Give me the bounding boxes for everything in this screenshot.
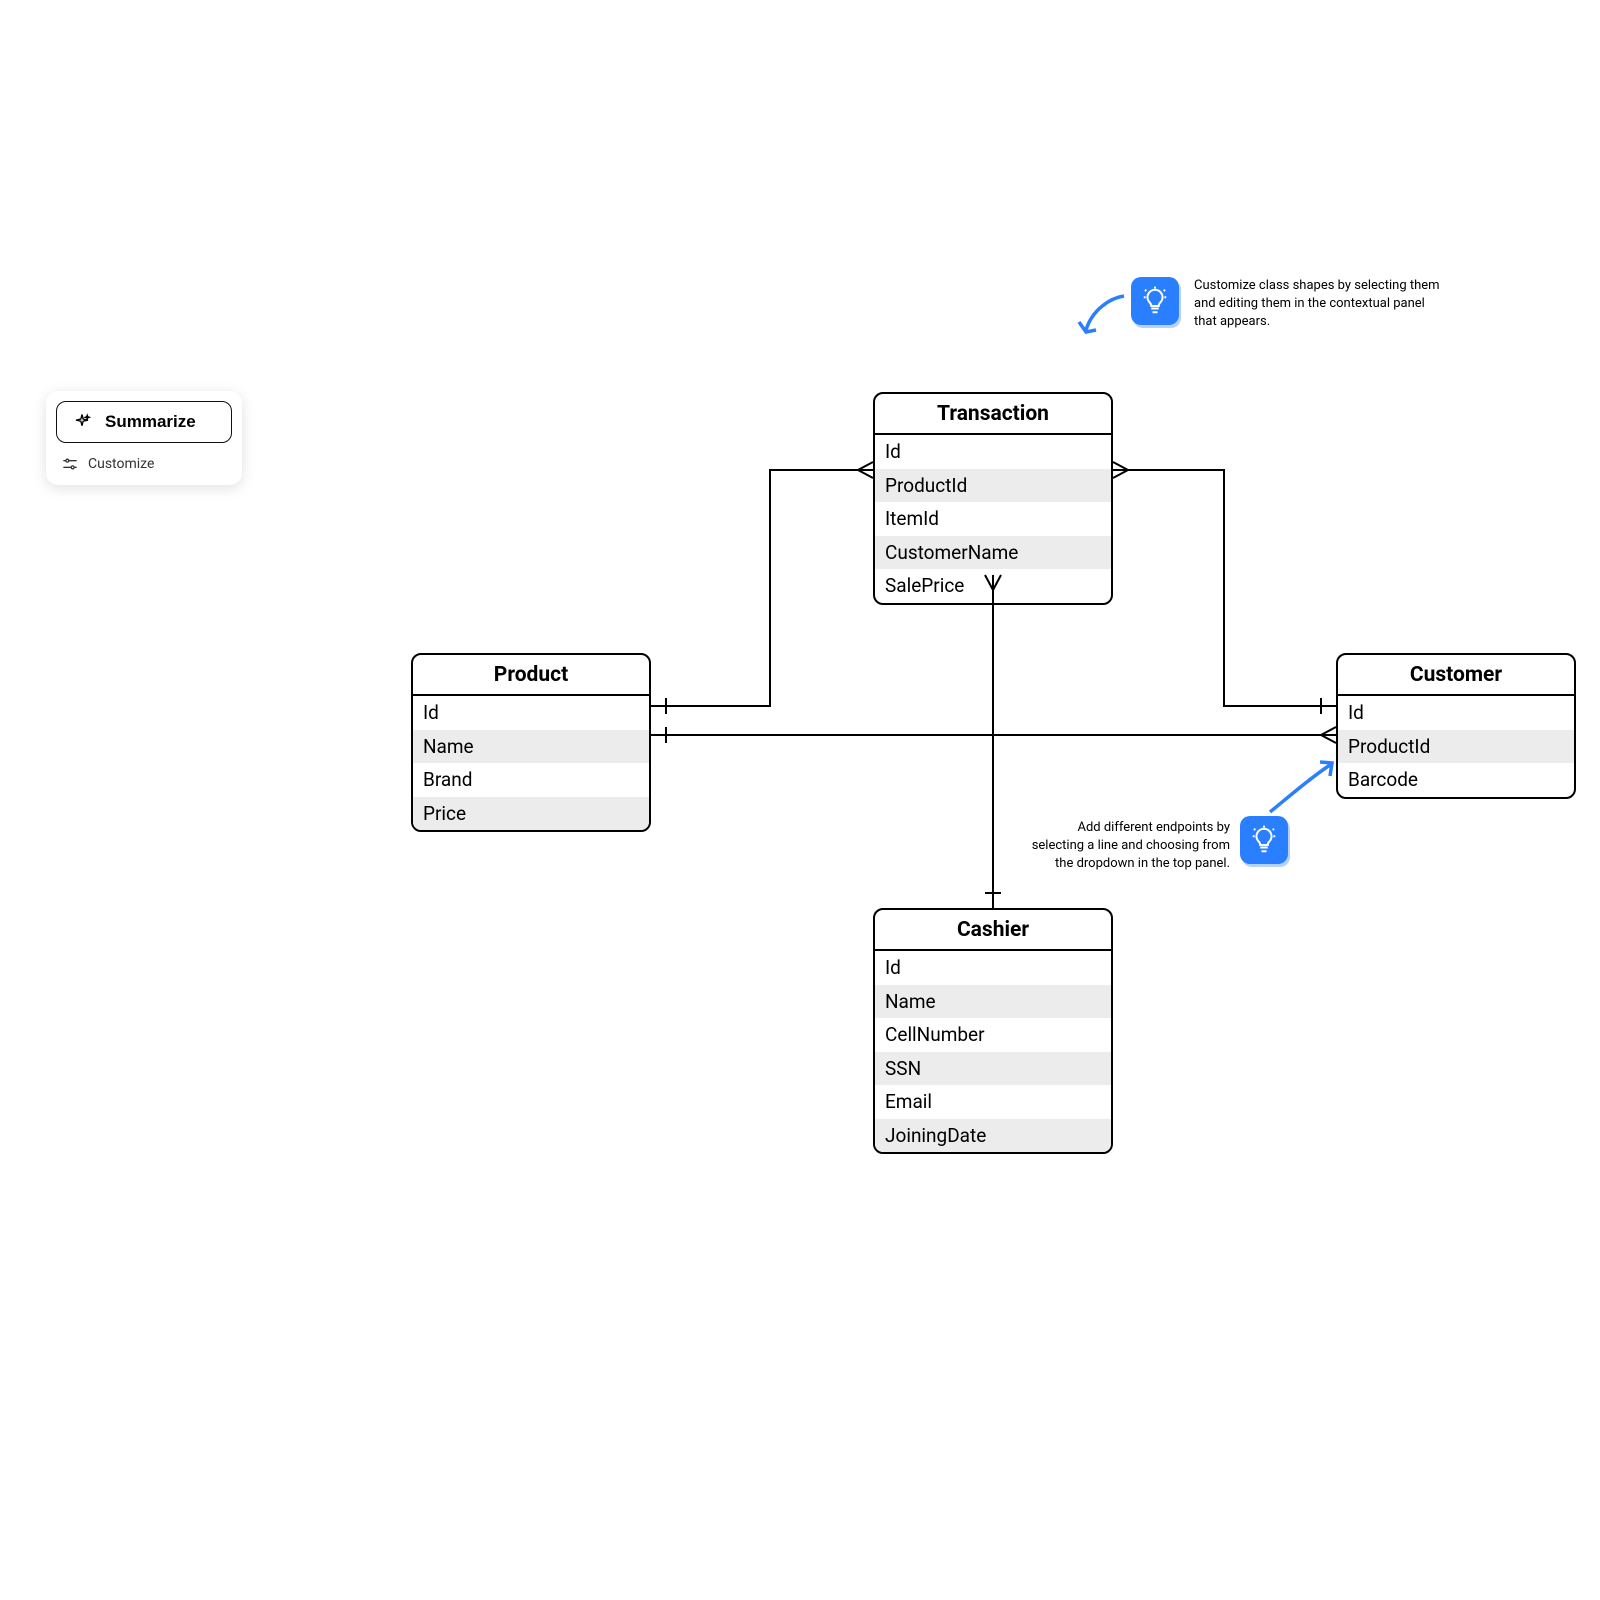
entity-transaction[interactable]: Transaction Id ProductId ItemId Customer… — [873, 392, 1113, 605]
entity-attr: CellNumber — [875, 1018, 1111, 1052]
summarize-label: Summarize — [105, 412, 196, 432]
lightbulb-icon — [1140, 286, 1170, 316]
entity-attr: Price — [413, 797, 649, 831]
entity-product[interactable]: Product Id Name Brand Price — [411, 653, 651, 832]
entity-attr: Id — [875, 435, 1111, 469]
lightbulb-icon — [1249, 825, 1279, 855]
entity-cashier-title: Cashier — [875, 910, 1111, 951]
sliders-icon — [62, 457, 78, 471]
entity-attr: Brand — [413, 763, 649, 797]
diagram-canvas[interactable]: Summarize Customize Transaction Id Produ… — [0, 0, 1600, 1600]
tip-text-top: Customize class shapes by selecting them… — [1194, 277, 1444, 332]
entity-attr: Id — [1338, 696, 1574, 730]
entity-attr: Id — [875, 951, 1111, 985]
entity-product-title: Product — [413, 655, 649, 696]
entity-cashier[interactable]: Cashier Id Name CellNumber SSN Email Joi… — [873, 908, 1113, 1154]
entity-attr: Name — [875, 985, 1111, 1019]
entity-attr: Barcode — [1338, 763, 1574, 797]
conn-product-transaction — [651, 470, 873, 706]
entity-attr: Id — [413, 696, 649, 730]
arrow-tip-bottom — [1270, 765, 1330, 812]
entity-attr: SalePrice — [875, 569, 1111, 603]
customize-button[interactable]: Customize — [56, 453, 232, 475]
tip-badge-top — [1131, 277, 1179, 325]
customize-label: Customize — [88, 456, 154, 472]
tip-badge-bottom — [1240, 816, 1288, 864]
entity-attr: Name — [413, 730, 649, 764]
floating-toolbar: Summarize Customize — [46, 391, 242, 485]
entity-transaction-title: Transaction — [875, 394, 1111, 435]
tip-text-bottom: Add different endpoints by selecting a l… — [1022, 819, 1230, 874]
entity-attr: ProductId — [1338, 730, 1574, 764]
entity-customer-title: Customer — [1338, 655, 1574, 696]
arrow-tip-top — [1086, 296, 1124, 330]
entity-attr: CustomerName — [875, 536, 1111, 570]
entity-customer[interactable]: Customer Id ProductId Barcode — [1336, 653, 1576, 799]
entity-attr: SSN — [875, 1052, 1111, 1086]
entity-attr: JoiningDate — [875, 1119, 1111, 1153]
sparkle-icon — [73, 413, 91, 431]
entity-attr: Email — [875, 1085, 1111, 1119]
entity-attr: ProductId — [875, 469, 1111, 503]
entity-attr: ItemId — [875, 502, 1111, 536]
connectors — [0, 0, 1600, 1600]
summarize-button[interactable]: Summarize — [56, 401, 232, 443]
conn-customer-transaction — [1113, 470, 1336, 706]
